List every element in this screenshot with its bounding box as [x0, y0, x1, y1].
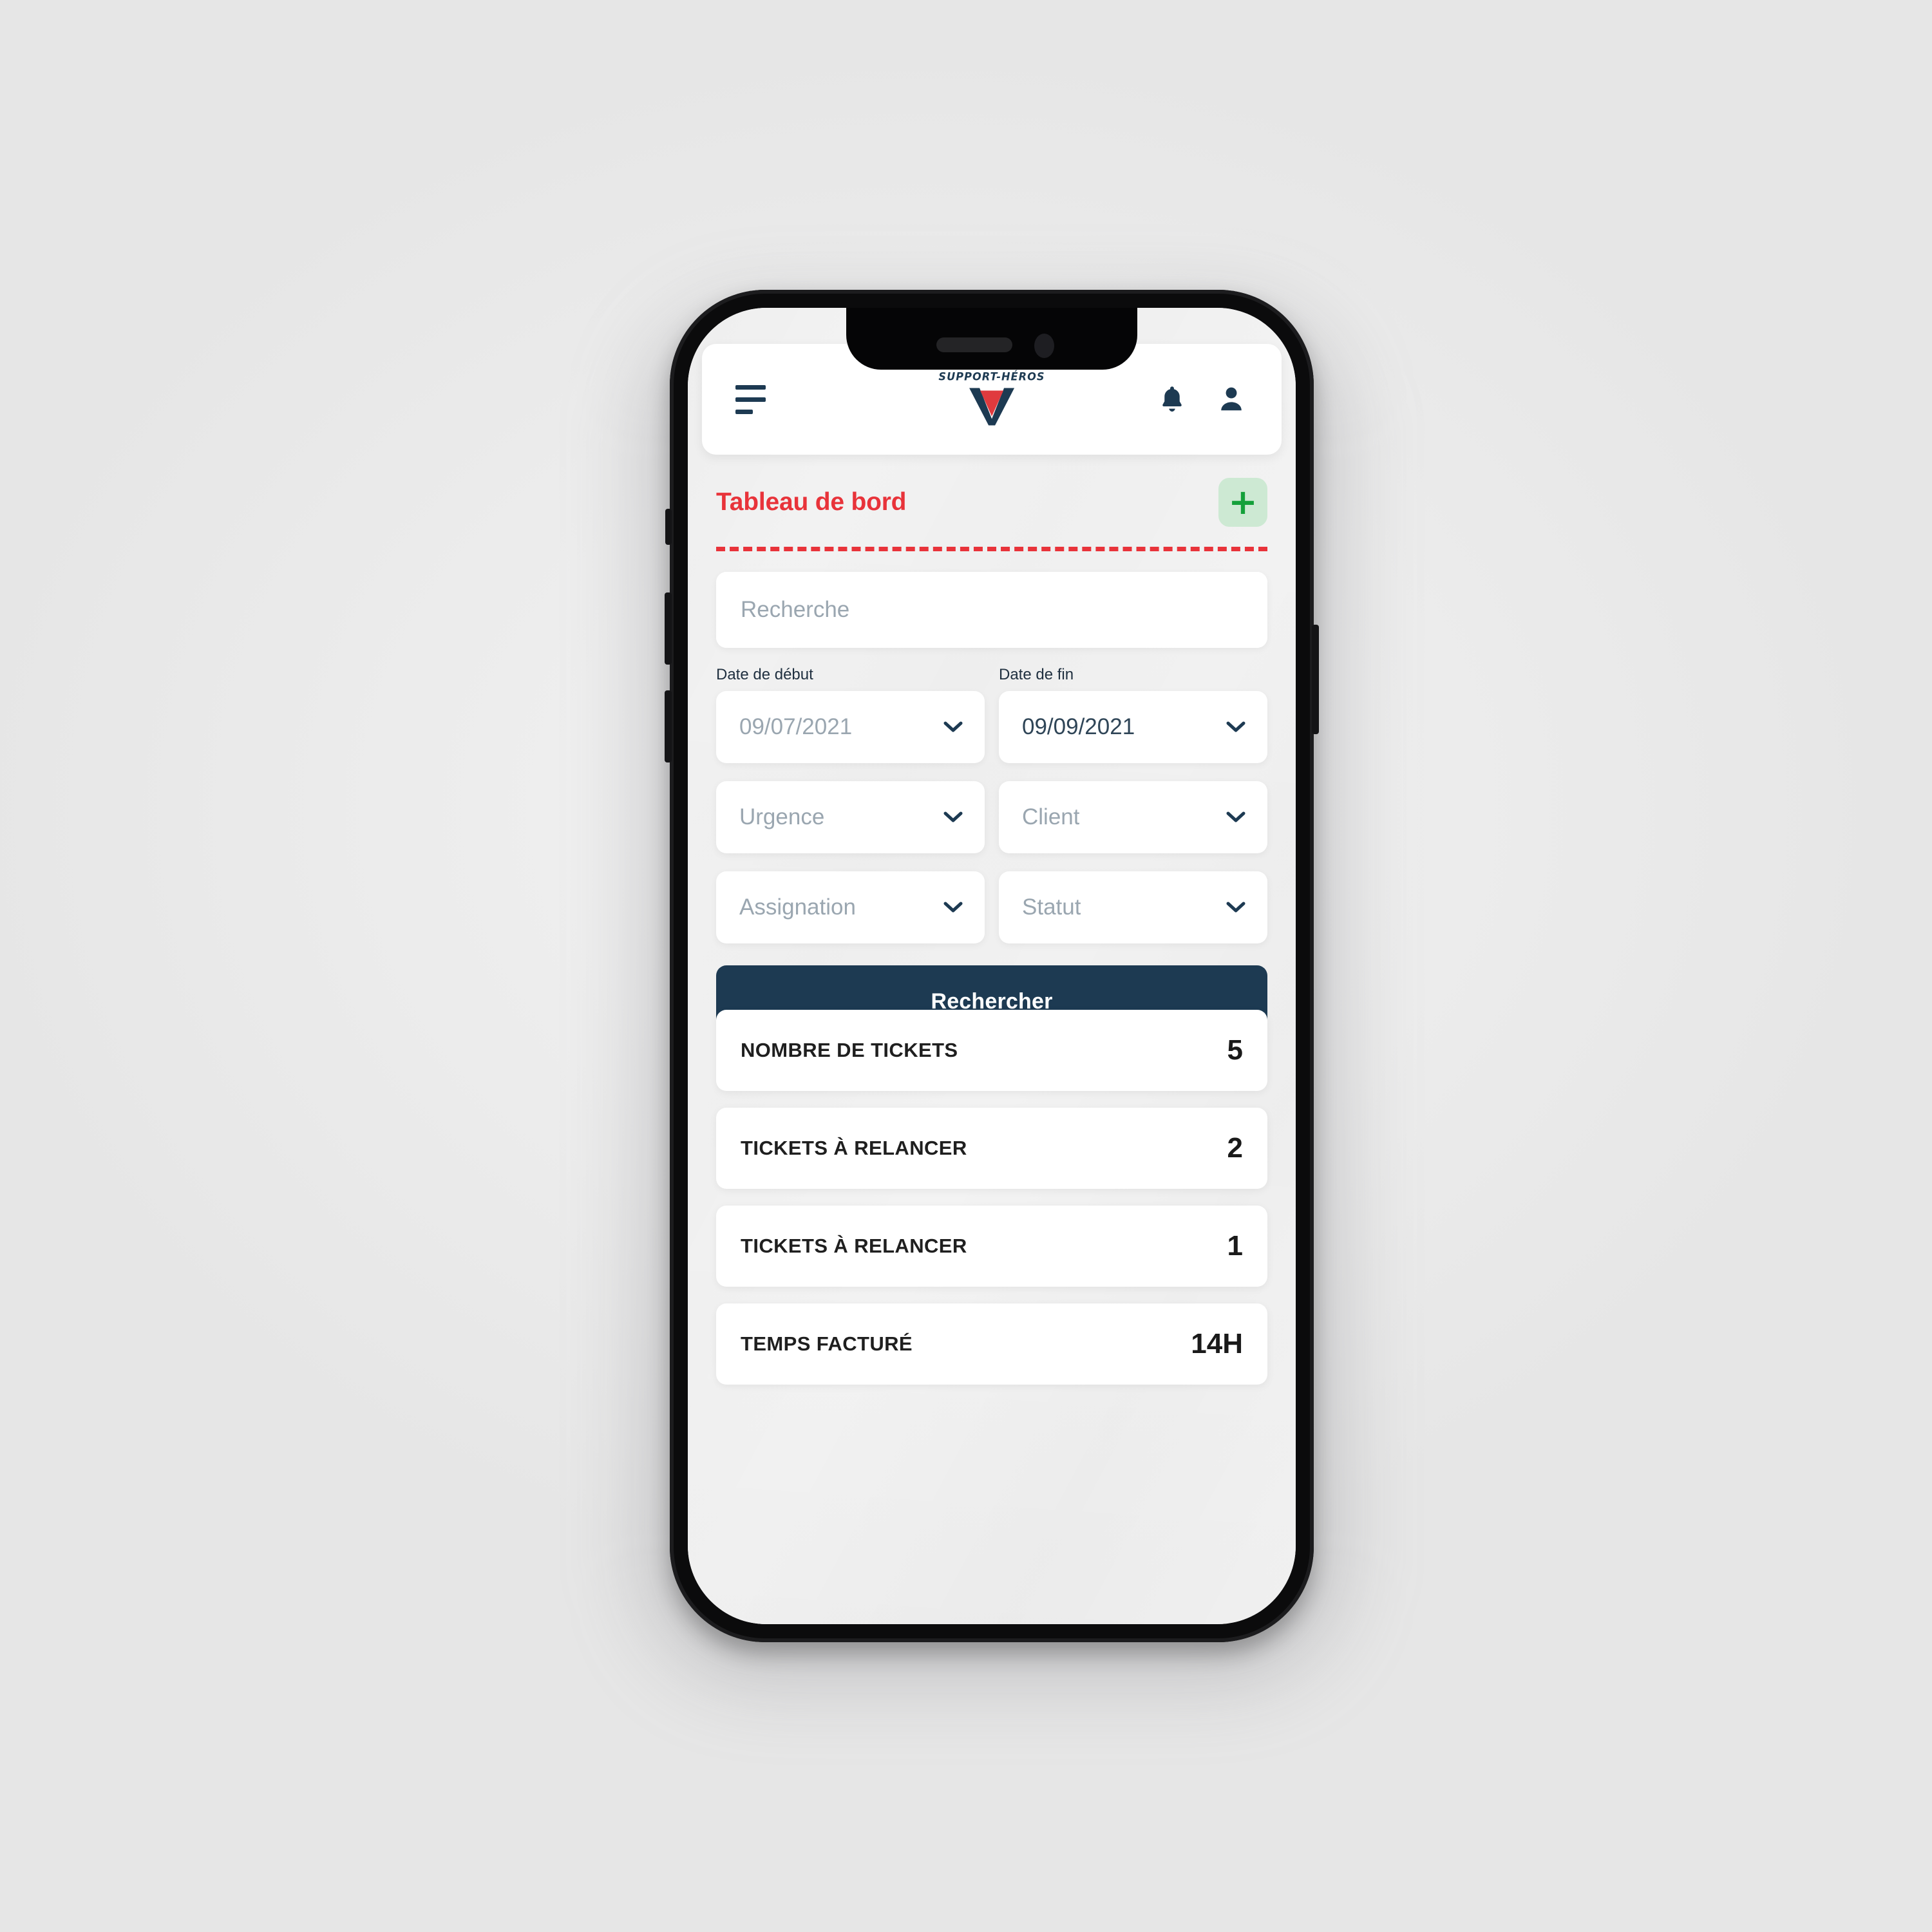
statut-group: Statut [999, 871, 1267, 943]
volume-down-button[interactable] [665, 690, 672, 762]
logo-chevron-icon [969, 388, 1014, 426]
phone-screen: SUPPORT-HÉROS Tableau de bord + Recherch… [688, 308, 1296, 1624]
stats-list: NOMBRE DE TICKETS 5 TICKETS À RELANCER 2… [716, 1010, 1267, 1401]
stat-label: TICKETS À RELANCER [741, 1235, 967, 1257]
volume-up-button[interactable] [665, 592, 672, 665]
urgence-value: Urgence [739, 804, 825, 829]
stat-value: 1 [1227, 1230, 1243, 1262]
search-input[interactable] [716, 572, 1267, 648]
date-end-label: Date de fin [999, 666, 1074, 683]
power-button[interactable] [1312, 625, 1319, 734]
stat-card[interactable]: TICKETS À RELANCER 1 [716, 1206, 1267, 1287]
chevron-down-icon [1226, 901, 1245, 914]
stat-value: 2 [1227, 1132, 1243, 1164]
phone-mockup: SUPPORT-HÉROS Tableau de bord + Recherch… [644, 290, 1340, 1681]
title-dashed-divider [716, 547, 1267, 551]
date-start-select[interactable]: 09/07/2021 [716, 691, 985, 763]
hamburger-icon[interactable] [735, 382, 774, 417]
urgence-client-row: Urgence Client [716, 781, 1267, 853]
client-group: Client [999, 781, 1267, 853]
stat-value: 5 [1227, 1034, 1243, 1066]
bell-icon[interactable] [1158, 384, 1186, 415]
user-icon[interactable] [1217, 384, 1245, 415]
statut-select[interactable]: Statut [999, 871, 1267, 943]
hamburger-bar-3 [735, 409, 753, 414]
stat-label: TICKETS À RELANCER [741, 1137, 967, 1159]
brand-wordmark: SUPPORT-HÉROS [938, 370, 1045, 384]
add-ticket-button[interactable]: + [1218, 478, 1267, 527]
stat-value: 14H [1191, 1328, 1243, 1359]
stat-label: TEMPS FACTURÉ [741, 1332, 913, 1355]
date-start-label: Date de début [716, 666, 813, 683]
front-camera [1034, 334, 1054, 358]
assignation-value: Assignation [739, 895, 856, 920]
filters-panel: Date de début 09/07/2021 Date de fin [716, 572, 1267, 1037]
page-title: Tableau de bord [716, 488, 907, 516]
client-select[interactable]: Client [999, 781, 1267, 853]
date-end-value: 09/09/2021 [1022, 714, 1135, 739]
date-start-value: 09/07/2021 [739, 714, 853, 739]
assignation-select[interactable]: Assignation [716, 871, 985, 943]
earpiece-speaker [936, 337, 1012, 352]
urgence-select[interactable]: Urgence [716, 781, 985, 853]
assignation-group: Assignation [716, 871, 985, 943]
date-start-group: Date de début 09/07/2021 [716, 666, 985, 763]
assignation-statut-row: Assignation Statut [716, 871, 1267, 943]
date-range-row: Date de début 09/07/2021 Date de fin 09/… [716, 666, 1267, 763]
brand-logo[interactable]: SUPPORT-HÉROS [936, 371, 1048, 428]
stat-label: NOMBRE DE TICKETS [741, 1039, 958, 1061]
urgence-group: Urgence [716, 781, 985, 853]
phone-frame: SUPPORT-HÉROS Tableau de bord + Recherch… [665, 290, 1319, 1642]
statut-value: Statut [1022, 895, 1081, 920]
mute-switch[interactable] [665, 509, 672, 545]
chevron-down-icon [943, 811, 963, 824]
hamburger-bar-1 [735, 384, 766, 390]
search-field-card [716, 572, 1267, 648]
page-title-row: Tableau de bord + [716, 473, 1267, 532]
chevron-down-icon [943, 721, 963, 734]
header-actions [1158, 384, 1245, 415]
date-end-select[interactable]: 09/09/2021 [999, 691, 1267, 763]
client-value: Client [1022, 804, 1080, 829]
date-end-group: Date de fin 09/09/2021 [999, 666, 1267, 763]
phone-notch [846, 308, 1137, 370]
chevron-down-icon [1226, 721, 1245, 734]
hamburger-bar-2 [735, 397, 766, 402]
stat-card[interactable]: TICKETS À RELANCER 2 [716, 1108, 1267, 1189]
chevron-down-icon [1226, 811, 1245, 824]
stat-card[interactable]: TEMPS FACTURÉ 14H [716, 1303, 1267, 1385]
chevron-down-icon [943, 901, 963, 914]
stat-card[interactable]: NOMBRE DE TICKETS 5 [716, 1010, 1267, 1091]
